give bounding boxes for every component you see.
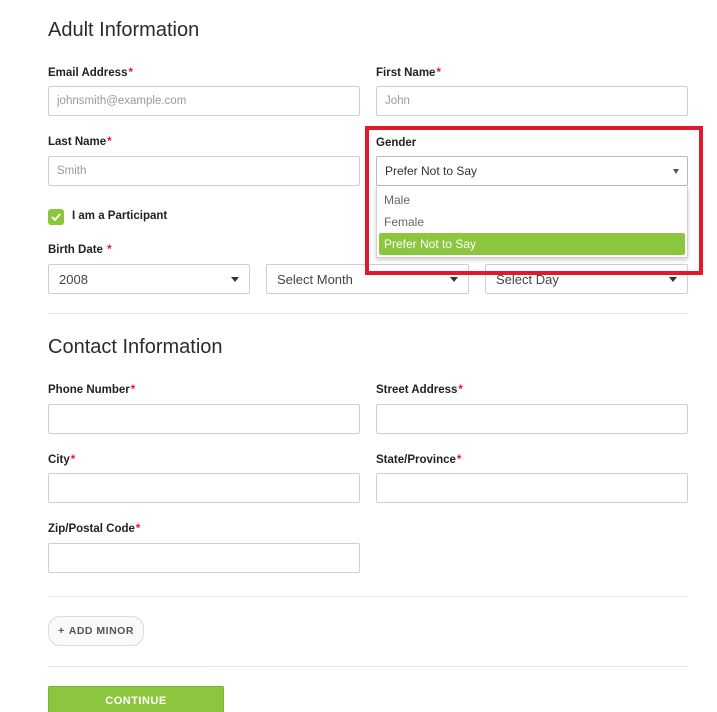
- required-marker: *: [70, 454, 76, 466]
- section-divider: [48, 666, 688, 667]
- birth-month-value: Select Month: [277, 271, 353, 287]
- section-divider: [48, 313, 688, 314]
- required-marker: *: [436, 67, 441, 79]
- add-minor-label: ADD MINOR: [68, 625, 134, 637]
- birth-year-value: 2008: [59, 271, 88, 287]
- state-label-text: State/Province: [376, 454, 456, 466]
- continue-button[interactable]: CONTINUE: [48, 686, 224, 712]
- first-name-input[interactable]: [376, 86, 688, 116]
- zip-input[interactable]: [48, 543, 360, 573]
- registration-page: Adult Information Email Address* First N…: [0, 0, 717, 712]
- section-divider: [48, 596, 688, 597]
- gender-selected-value: Prefer Not to Say: [385, 164, 478, 178]
- city-label: City*: [48, 454, 75, 466]
- required-marker: *: [135, 523, 141, 535]
- street-label-text: Street Address: [376, 384, 458, 396]
- adult-info-title: Adult Information: [48, 19, 200, 41]
- city-input[interactable]: [48, 473, 360, 503]
- email-input[interactable]: [48, 86, 360, 116]
- participant-checkbox[interactable]: [48, 209, 64, 225]
- state-label: State/Province*: [376, 454, 461, 466]
- participant-checkbox-label: I am a Participant: [72, 210, 168, 222]
- birth-day-value: Select Day: [496, 271, 559, 287]
- chevron-down-icon: [669, 276, 677, 282]
- street-input[interactable]: [376, 404, 688, 434]
- phone-label: Phone Number*: [48, 384, 135, 396]
- zip-label-text: Zip/Postal Code: [48, 523, 135, 535]
- check-icon: [51, 213, 61, 221]
- birth-date-label-text: Birth Date: [48, 244, 103, 256]
- required-marker: *: [107, 136, 112, 148]
- gender-label: Gender: [376, 137, 417, 149]
- birth-day-select[interactable]: Select Day: [485, 264, 688, 294]
- birth-date-label: Birth Date *: [48, 244, 112, 256]
- chevron-down-icon: [673, 168, 679, 174]
- email-label: Email Address*: [48, 67, 133, 79]
- chevron-down-icon: [231, 276, 239, 282]
- first-name-label: First Name*: [376, 67, 441, 79]
- gender-option-male[interactable]: Male: [379, 189, 685, 211]
- email-label-text: Email Address: [48, 67, 128, 79]
- last-name-label-text: Last Name: [48, 136, 107, 148]
- city-label-text: City: [48, 454, 70, 466]
- last-name-label: Last Name*: [48, 136, 112, 148]
- required-marker: *: [456, 454, 462, 466]
- phone-input[interactable]: [48, 404, 360, 434]
- first-name-label-text: First Name: [376, 67, 436, 79]
- birth-year-select[interactable]: 2008: [48, 264, 250, 294]
- plus-icon: +: [58, 625, 65, 637]
- last-name-input[interactable]: [48, 156, 360, 186]
- required-marker: *: [128, 67, 133, 79]
- add-minor-button[interactable]: + ADD MINOR: [48, 616, 144, 646]
- gender-option-female[interactable]: Female: [379, 211, 685, 233]
- state-input[interactable]: [376, 473, 688, 503]
- contact-info-title: Contact Information: [48, 336, 223, 358]
- required-marker: *: [130, 384, 136, 396]
- required-marker: *: [458, 384, 463, 396]
- street-label: Street Address*: [376, 384, 463, 396]
- chevron-down-icon: [450, 276, 458, 282]
- zip-label: Zip/Postal Code*: [48, 523, 140, 535]
- gender-option-prefer-not-to-say[interactable]: Prefer Not to Say: [379, 233, 685, 255]
- gender-dropdown-menu: Male Female Prefer Not to Say: [376, 186, 688, 258]
- birth-month-select[interactable]: Select Month: [266, 264, 469, 294]
- gender-select[interactable]: Prefer Not to Say: [376, 156, 688, 186]
- required-marker: *: [107, 244, 112, 256]
- phone-label-text: Phone Number: [48, 384, 130, 396]
